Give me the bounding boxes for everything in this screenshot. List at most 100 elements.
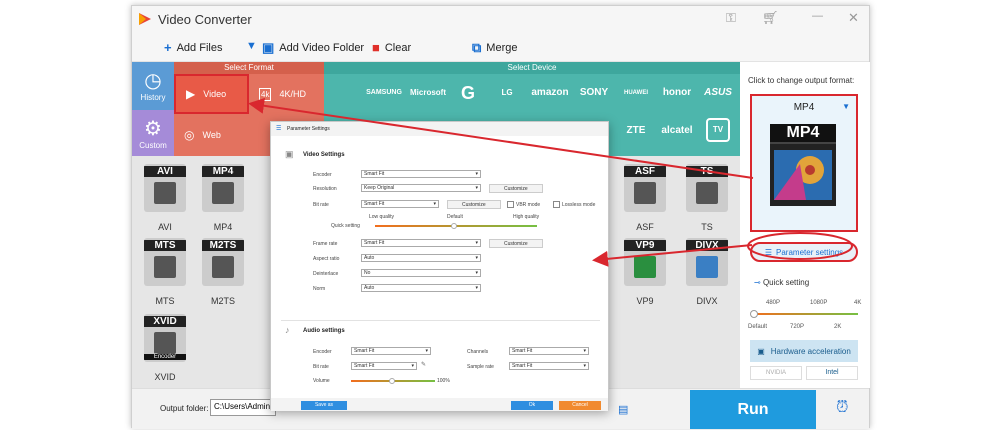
volume-label: Volume [313, 378, 330, 384]
open-folder-icon[interactable]: ▤ [618, 403, 628, 416]
play-icon: ▶ [186, 87, 196, 101]
resolution-select[interactable]: Keep Original [361, 184, 481, 192]
ok-button[interactable]: Ok [511, 401, 553, 410]
brand-microsoft[interactable]: Microsoft [406, 76, 450, 110]
encoder-select[interactable]: Smart Fit [361, 170, 481, 178]
run-button[interactable]: Run [690, 390, 816, 429]
output-folder-label: Output folder: [160, 404, 209, 413]
format-name: MTS [155, 296, 175, 306]
bitrate-select[interactable]: Smart Fit [361, 200, 439, 208]
minimize-icon[interactable]: — [812, 10, 823, 22]
close-icon[interactable]: ✕ [848, 10, 859, 26]
format-card-xvid[interactable]: XVID Encoder [144, 314, 186, 370]
quick-setting-label: ⊸ Quick setting [754, 278, 810, 287]
brand-honor[interactable]: honor [656, 76, 698, 110]
mp4-format-icon: MP4 [770, 124, 836, 206]
lossless-mode-checkbox[interactable]: Lossless mode [553, 201, 595, 208]
brand-samsung[interactable]: SAMSUNG [362, 76, 406, 110]
format-card-mp4[interactable]: MP4 [202, 164, 244, 220]
format-card-vp9[interactable]: VP9 [624, 238, 666, 294]
trash-icon: ■ [372, 40, 380, 55]
framerate-select[interactable]: Smart Fit [361, 239, 481, 247]
brand-google[interactable]: G [450, 76, 486, 110]
channels-select[interactable]: Smart Fit [509, 347, 589, 355]
deinterlace-label: Deinterlace [313, 271, 339, 277]
merge-button[interactable]: ⧉ Merge [472, 40, 517, 56]
norm-select[interactable]: Auto [361, 284, 481, 292]
tick-1080p: 1080P [810, 300, 828, 306]
format-card-avi[interactable]: AVI [144, 164, 186, 220]
format-name: DIVX [696, 296, 718, 306]
title-bar: Video Converter ⚿ 🛒︎ — ✕ [132, 6, 869, 32]
brand-zte[interactable]: ZTE [618, 114, 654, 148]
select-format-label: Select Format [174, 62, 324, 74]
video-format-tab[interactable]: ▶ Video [174, 74, 249, 114]
history-tab[interactable]: ◷ History [132, 62, 174, 110]
sample-rate-select[interactable]: Smart Fit [509, 362, 589, 370]
settings-icon: ☰ [276, 126, 282, 132]
parameter-settings-button[interactable]: ☰ Parameter settings [750, 242, 858, 262]
add-video-folder-button[interactable]: ▣ Add Video Folder [262, 40, 364, 56]
quick-setting-knob[interactable] [750, 310, 758, 318]
quality-slider-knob[interactable] [451, 223, 457, 229]
brand-alcatel[interactable]: alcatel [656, 114, 698, 148]
nvidia-option[interactable]: NVIDIA [750, 366, 802, 380]
vbr-mode-checkbox[interactable]: VBR mode [507, 201, 540, 208]
audio-bitrate-select[interactable]: Smart Fit [351, 362, 417, 370]
output-folder-input[interactable]: C:\Users\Administra [210, 399, 276, 416]
intel-option[interactable]: Intel [806, 366, 858, 380]
brand-asus[interactable]: ASUS [698, 76, 738, 110]
gear-icon: ⚙ [144, 118, 162, 140]
quick-setting-track[interactable] [752, 313, 858, 315]
brand-huawei[interactable]: HUAWEI [618, 76, 654, 110]
add-files-button[interactable]: + Add Files [164, 40, 222, 55]
apple-icon[interactable] [326, 76, 362, 110]
web-format-tab[interactable]: ◎ Web [174, 114, 249, 156]
hardware-acceleration-button[interactable]: ▣ Hardware acceleration [750, 340, 858, 362]
video-settings-icon: ▣ [285, 149, 294, 159]
format-name: AVI [158, 222, 172, 232]
bitrate-customize-button[interactable]: Customize [447, 200, 501, 209]
4khd-format-tab[interactable]: 4k 4K/HD [249, 74, 324, 114]
key-icon[interactable]: ⚿ [726, 10, 736, 26]
film-icon [212, 182, 234, 204]
volume-value: 100% [437, 378, 450, 384]
format-name: XVID [154, 372, 176, 382]
brand-tv[interactable]: TV [706, 118, 730, 142]
tick-480p: 480P [766, 300, 781, 306]
high-quality-label: High quality [513, 214, 540, 220]
format-name: TS [701, 222, 713, 232]
add-files-dropdown-icon[interactable]: ▼ [246, 40, 257, 52]
slider-icon: ⊸ [754, 278, 761, 287]
plus-icon: + [164, 40, 172, 55]
audio-encoder-select[interactable]: Smart Fit [351, 347, 431, 355]
brand-sony[interactable]: SONY [572, 76, 616, 110]
format-card-m2ts[interactable]: M2TS [202, 238, 244, 294]
save-as-button[interactable]: Save as [301, 401, 347, 410]
encoder-tag: Encoder [144, 354, 186, 360]
brand-lg[interactable]: LG [492, 76, 522, 110]
tick-2k: 2K [834, 324, 842, 330]
quick-setting-label: Quick setting [331, 223, 360, 229]
alarm-clock-icon[interactable]: ⏰︎ [836, 399, 848, 417]
volume-slider-knob[interactable] [389, 378, 395, 384]
cart-icon[interactable]: 🛒︎ [762, 10, 779, 26]
format-card-ts[interactable]: TS [686, 164, 728, 220]
custom-tab[interactable]: ⚙ Custom [132, 110, 174, 156]
format-card-mts[interactable]: MTS [144, 238, 186, 294]
pencil-icon[interactable]: ✎ [421, 361, 426, 368]
aspect-ratio-select[interactable]: Auto [361, 254, 481, 262]
camcorder-icon [154, 256, 176, 278]
cancel-button[interactable]: Cancel [559, 401, 601, 410]
resolution-customize-button[interactable]: Customize [489, 184, 543, 193]
framerate-customize-button[interactable]: Customize [489, 239, 543, 248]
brand-amazon[interactable]: amazon [528, 76, 572, 110]
deinterlace-select[interactable]: No [361, 269, 481, 277]
format-card-asf[interactable]: ASF [624, 164, 666, 220]
format-card-divx[interactable]: DIVX [686, 238, 728, 294]
tick-4k: 4K [854, 300, 862, 306]
4k-icon: 4k [259, 87, 272, 101]
channels-label: Channels [467, 349, 489, 355]
clear-button[interactable]: ■ Clear [372, 40, 411, 55]
output-format-selector[interactable]: MP4 ▼ MP4 [750, 94, 858, 232]
